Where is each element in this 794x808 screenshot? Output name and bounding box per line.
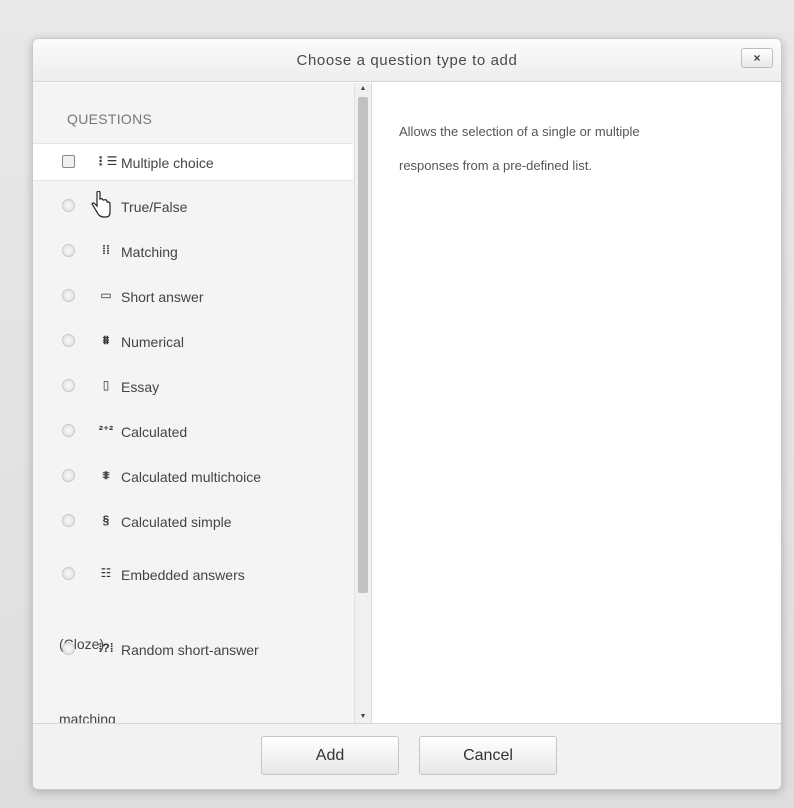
hand-cursor-icon [91,191,111,218]
calculated-icon: ²⁺² [98,423,114,437]
option-multiple-choice[interactable]: ⋮☰ Multiple choice [33,143,353,181]
scrollbar-thumb[interactable] [358,97,368,593]
scroll-down-icon[interactable]: ▼ [355,711,371,723]
dialog-header: Choose a question type to add × [33,39,781,82]
option-matching[interactable]: ⁞⁞ Matching [33,241,353,263]
description-line-2: responses from a pre-defined list. [399,158,592,173]
question-description: Allows the selection of a single or mult… [399,115,739,183]
radio-calculated[interactable] [62,424,75,437]
option-random-short-answer[interactable]: ⁞?⁞ Random short-answer [33,639,353,661]
radio-multiple-choice[interactable] [62,155,75,168]
option-embedded-answers[interactable]: ☷ Embedded answers [33,564,353,586]
option-label: Multiple choice [121,155,214,171]
random-short-answer-icon: ⁞?⁞ [98,641,114,655]
radio-numerical[interactable] [62,334,75,347]
radio-true-false[interactable] [62,199,75,212]
option-short-answer[interactable]: ▭ Short answer [33,286,353,308]
option-label: Essay [121,379,160,395]
cancel-button[interactable]: Cancel [419,736,557,775]
option-label: Numerical [121,334,185,350]
embedded-answers-icon: ☷ [100,566,112,580]
numerical-icon: ⩩ [102,332,110,347]
close-icon: × [753,51,761,65]
radio-embedded-answers[interactable] [62,567,75,580]
radio-calculated-multichoice[interactable] [62,469,75,482]
short-answer-icon: ▭ [100,288,112,302]
add-button[interactable]: Add [261,736,399,775]
questions-pane: QUESTIONS ⋮☰ Multiple choice •• True/Fal… [33,83,371,723]
questions-heading: QUESTIONS [67,111,153,127]
radio-matching[interactable] [62,244,75,257]
option-label: Matching [121,244,178,260]
close-button[interactable]: × [741,48,773,68]
multiple-choice-icon: ⋮☰ [94,154,118,168]
option-calculated-multichoice[interactable]: ⩨ Calculated multichoice [33,466,353,488]
scroll-up-icon[interactable]: ▲ [355,83,371,95]
radio-calculated-simple[interactable] [62,514,75,527]
option-essay[interactable]: ▯ Essay [33,376,353,398]
option-label: Calculated [121,424,188,440]
radio-random-short-answer[interactable] [62,642,75,655]
option-numerical[interactable]: ⩩ Numerical [33,331,353,353]
option-label: Calculated simple [121,514,232,530]
radio-essay[interactable] [62,379,75,392]
pane-divider [371,83,372,723]
matching-icon: ⁞⁞ [102,243,110,257]
calculated-simple-icon: § [102,513,110,527]
radio-short-answer[interactable] [62,289,75,302]
question-type-dialog: Choose a question type to add × QUESTION… [32,38,782,790]
option-calculated[interactable]: ²⁺² Calculated [33,421,353,443]
dialog-footer: Add Cancel [33,723,781,789]
option-label: Short answer [121,289,204,305]
option-label: True/False [121,199,188,215]
calculated-multichoice-icon: ⩨ [102,467,110,482]
questions-scrollbar[interactable]: ▲ ▼ [354,83,370,723]
option-label: Random short-answer [121,642,259,658]
option-label: Calculated multichoice [121,469,262,485]
option-label-wrap: matching [59,711,116,723]
option-true-false[interactable]: •• True/False [33,196,353,218]
description-line-1: Allows the selection of a single or mult… [399,124,640,139]
essay-icon: ▯ [102,378,110,392]
dialog-title: Choose a question type to add [296,51,518,69]
option-calculated-simple[interactable]: § Calculated simple [33,511,353,533]
option-label: Embedded answers [121,567,245,583]
